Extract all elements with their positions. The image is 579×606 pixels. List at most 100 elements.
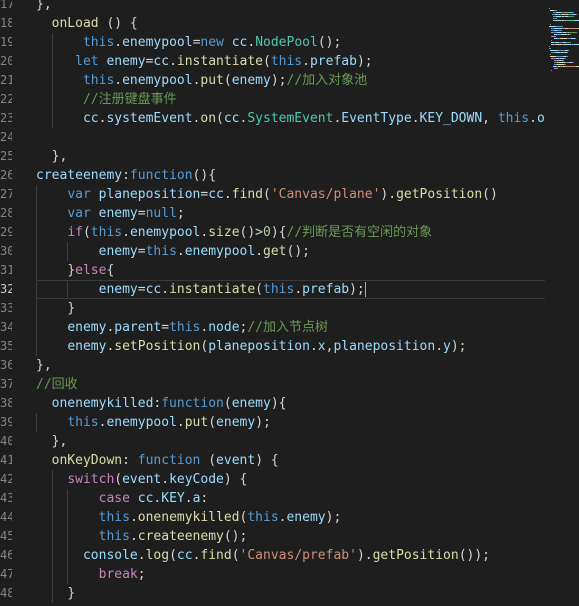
- code-token: this: [145, 244, 177, 259]
- minimap-token: [569, 16, 574, 17]
- code-token: (: [263, 54, 271, 69]
- code-token: 0: [263, 225, 271, 240]
- code-token: onenemykilled: [137, 510, 240, 525]
- code-line[interactable]: createenemy:function(){: [36, 166, 216, 185]
- code-line[interactable]: },: [36, 432, 68, 451]
- minimap-token: [557, 64, 564, 65]
- code-token: cc: [137, 491, 154, 506]
- code-token: .: [176, 415, 185, 430]
- code-editor[interactable]: 17 18 19 20 21 22 23 24 25 26 27 28 29 30 31 32 33 34 35 36…: [0, 0, 579, 606]
- code-token: parent: [114, 320, 162, 335]
- code-line[interactable]: }: [36, 584, 75, 603]
- code-token: (: [208, 415, 217, 430]
- code-line[interactable]: case cc.KEY.a:: [36, 489, 209, 508]
- code-token: var: [67, 206, 91, 221]
- minimap-token: [554, 28, 562, 29]
- code-line[interactable]: onKeyDown: function (event) {: [36, 451, 279, 470]
- code-token: this: [270, 54, 303, 69]
- code-token: );: [349, 282, 365, 297]
- code-token: .: [114, 35, 123, 50]
- code-token: //回收: [36, 377, 78, 392]
- code-line[interactable]: },: [36, 0, 52, 14]
- code-line[interactable]: //回收: [36, 375, 78, 394]
- code-token: ){: [270, 225, 287, 240]
- code-token: createenemy: [36, 168, 123, 183]
- code-line[interactable]: switch(event.keyCode) {: [36, 470, 247, 489]
- code-token: );: [450, 339, 467, 354]
- code-token: (: [263, 187, 271, 202]
- code-line[interactable]: enemy.setPosition(planeposition.x,planep…: [36, 337, 467, 356]
- code-line[interactable]: break;: [36, 565, 146, 584]
- code-token: else: [75, 263, 107, 278]
- code-area[interactable]: }, onLoad () { this.enemypool=new cc.Nod…: [0, 0, 545, 606]
- code-token: :: [122, 453, 138, 468]
- code-token: onLoad: [51, 16, 99, 31]
- code-line[interactable]: this.createenemy();: [36, 527, 248, 546]
- code-token: instantiate: [176, 54, 263, 69]
- code-token: enemy: [106, 54, 146, 69]
- code-line[interactable]: cc.systemEvent.on(cc.SystemEvent.EventTy…: [36, 109, 545, 128]
- code-line[interactable]: var planeposition=cc.find('Canvas/plane'…: [36, 185, 498, 204]
- minimap-token: [561, 26, 564, 27]
- code-line[interactable]: this.enemypool.put(enemy);//加入对象池: [36, 71, 367, 90]
- code-line[interactable]: }: [36, 299, 75, 318]
- code-line[interactable]: onenemykilled:function(enemy){: [36, 394, 287, 413]
- minimap-token: [556, 68, 558, 69]
- code-token: =: [137, 244, 146, 259]
- code-line[interactable]: if(this.enemypool.size()>0){//判断是否有空闲的对象: [36, 223, 432, 242]
- code-line[interactable]: }else{: [36, 261, 114, 280]
- code-line[interactable]: enemy=cc.instantiate(this.prefab);: [36, 280, 545, 299]
- code-token: //加入对象池: [286, 73, 368, 88]
- minimap[interactable]: [545, 0, 579, 606]
- code-token: find: [200, 548, 232, 563]
- minimap-token: [567, 50, 569, 51]
- code-token: function: [161, 396, 224, 411]
- code-token: enemy: [286, 510, 326, 525]
- code-line[interactable]: enemy=this.enemypool.get();: [36, 242, 310, 261]
- code-token: (: [82, 225, 91, 240]
- code-line[interactable]: },: [36, 356, 52, 375]
- code-token: (): [482, 187, 498, 202]
- code-token: .: [302, 54, 310, 69]
- code-token: (: [223, 396, 232, 411]
- text-cursor: [364, 282, 366, 297]
- code-token: case: [98, 491, 130, 506]
- code-token: .: [129, 510, 138, 525]
- code-line[interactable]: },: [36, 147, 68, 166]
- code-line[interactable]: this.onenemykilled(this.enemy);: [36, 508, 342, 527]
- code-token: ) {: [255, 453, 279, 468]
- code-token: this: [497, 111, 530, 126]
- minimap-token: [574, 20, 579, 21]
- code-token: enemypool: [122, 73, 193, 88]
- code-token: ) {: [223, 472, 248, 487]
- code-token: //注册键盘事件: [82, 92, 177, 107]
- code-line[interactable]: let enemy=cc.instantiate(this.prefab);: [36, 52, 372, 71]
- code-token: enemypool: [122, 35, 193, 50]
- code-token: NodePool: [255, 35, 318, 50]
- code-token: ;: [137, 567, 146, 582]
- code-token: node: [208, 320, 240, 335]
- code-token: EventType: [341, 111, 412, 126]
- code-line[interactable]: //注册键盘事件: [36, 90, 177, 109]
- code-line[interactable]: this.enemypool=new cc.NodePool();: [36, 33, 341, 52]
- code-line[interactable]: enemy.parent=this.node;//加入节点树: [36, 318, 328, 337]
- code-line[interactable]: var enemy=null;: [36, 204, 184, 223]
- code-token: planeposition: [208, 339, 310, 354]
- code-line[interactable]: console.log(cc.find('Canvas/prefab').get…: [36, 546, 490, 565]
- minimap-token: [561, 14, 568, 15]
- minimap-token: [575, 14, 577, 15]
- code-token: cc: [145, 282, 162, 297]
- code-line[interactable]: onLoad () {: [36, 14, 138, 33]
- code-line[interactable]: this.enemypool.put(enemy);: [36, 413, 271, 432]
- code-token: ());: [458, 548, 490, 563]
- code-token: (: [216, 111, 224, 126]
- code-token: =: [137, 282, 146, 297]
